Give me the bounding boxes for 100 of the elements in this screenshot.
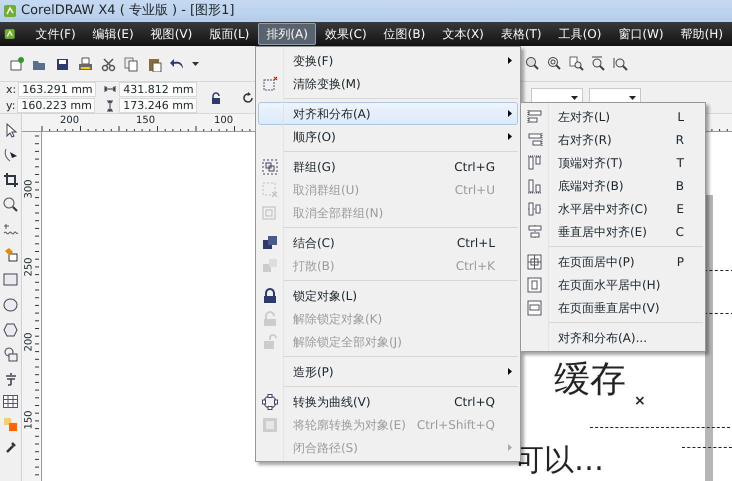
align-icon [527, 224, 543, 240]
align-icon [527, 178, 543, 194]
copy-icon[interactable] [123, 56, 139, 72]
submenu-arrow-icon [508, 57, 512, 64]
menu-item[interactable]: 变换(F) [258, 49, 518, 72]
menu-item[interactable]: 工具(O) [550, 23, 610, 45]
menu-item[interactable]: 版面(L) [201, 23, 258, 45]
zoom-icon[interactable] [525, 56, 540, 71]
curve-nodes-icon [262, 394, 278, 410]
eyedropper-icon[interactable] [4, 441, 16, 454]
input-field[interactable]: 160.223 mm [17, 98, 96, 113]
polygon-icon[interactable] [2, 322, 18, 338]
menu-item[interactable]: 转换为曲线(V) Ctrl+Q [258, 390, 518, 413]
caret-icon[interactable] [192, 62, 199, 66]
break-apart-icon [262, 258, 278, 274]
submenu-arrow-icon [508, 444, 512, 451]
clear-transform-icon [262, 76, 278, 92]
align-icon [527, 254, 543, 270]
field-label: y: [6, 98, 16, 113]
shape-tool-icon[interactable] [2, 147, 18, 163]
guide-line [682, 447, 732, 448]
menu-item[interactable]: 底端对齐(B) B [523, 174, 703, 197]
submenu-arrow-icon [508, 133, 512, 140]
ruler-label: 300 [24, 179, 35, 199]
new-file-icon[interactable] [8, 56, 24, 72]
shapes-icon[interactable] [2, 347, 18, 363]
menu-item[interactable]: 位图(B) [376, 23, 434, 45]
menu-item[interactable]: 窗口(W) [610, 23, 672, 45]
menu-item[interactable]: 表格(T) [492, 23, 550, 45]
menu-item[interactable]: 水平居中对齐(C) E [523, 197, 703, 220]
menu-item[interactable]: 垂直居中对齐(E) C [523, 220, 703, 243]
align-icon [527, 300, 543, 316]
group-icon [262, 158, 278, 174]
menu-item[interactable]: 清除变换(M) [258, 72, 518, 95]
menu-item[interactable]: 结合(C) Ctrl+L [258, 231, 518, 254]
combine-icon [262, 234, 278, 250]
ellipse-icon[interactable] [2, 297, 18, 313]
menu-item[interactable]: 对齐和分布(A) [258, 102, 518, 125]
ruler-label: 150 [136, 116, 156, 126]
align-icon [527, 200, 543, 216]
zoom-icon[interactable] [591, 56, 606, 71]
menu-item[interactable]: 在页面居中(P) P [523, 250, 703, 273]
unlock-icon [262, 334, 278, 350]
menu-item[interactable]: 编辑(E) [84, 23, 142, 45]
zoom-icon[interactable] [2, 197, 18, 213]
align-icon [527, 108, 543, 124]
menu-item[interactable]: 文件(F) [27, 23, 84, 45]
menu-item[interactable]: 造形(P) [258, 360, 518, 383]
page-zoom-icon[interactable] [569, 56, 584, 71]
field-label: x: [6, 82, 16, 97]
menu-item[interactable]: 对齐和分布(A)... [523, 326, 703, 349]
outline-square-icon [262, 416, 278, 432]
lock-icon [262, 288, 278, 304]
menu-item[interactable]: 右对齐(R) R [523, 128, 703, 151]
lock-icon[interactable] [211, 92, 222, 104]
ungroup-icon [262, 204, 278, 220]
caret-icon [571, 96, 578, 100]
input-field[interactable]: 173.246 mm [119, 98, 198, 113]
menu-item[interactable]: 视图(V) [142, 23, 200, 45]
rotate-icon[interactable] [241, 90, 256, 104]
zoom-icon[interactable] [547, 56, 562, 71]
app-icon [3, 4, 17, 18]
ruler-label: 250 [24, 257, 35, 277]
caret-icon [629, 96, 636, 100]
unlock-icon [262, 310, 278, 326]
color-squares-icon[interactable] [3, 417, 18, 432]
menu-item[interactable]: 左对齐(L) L [523, 105, 703, 128]
menu-item[interactable]: 在页面垂直居中(V) [523, 296, 703, 319]
menu-item[interactable]: 排列(A) [258, 23, 316, 45]
ruler-label: 200 [24, 332, 35, 352]
zoom-icon[interactable] [613, 56, 628, 71]
input-field[interactable]: 163.291 mm [18, 82, 96, 97]
menu-item[interactable]: 文本(X) [434, 23, 492, 45]
menu-item[interactable]: 顶端对齐(T) T [523, 151, 703, 174]
menu-item[interactable]: 群组(G) Ctrl+G [258, 155, 518, 178]
menu-item[interactable]: 顺序(O) [258, 125, 518, 148]
menu-item[interactable]: 帮助(H) [672, 23, 731, 45]
submenu-arrow-icon [508, 368, 512, 375]
submenu-arrow-icon [508, 110, 512, 117]
ruler-label: 200 [60, 116, 80, 126]
ungroup-icon [262, 182, 278, 198]
menu-item[interactable]: 锁定对象(L) [258, 284, 518, 307]
printer-icon[interactable] [77, 56, 93, 72]
app-icon [4, 27, 16, 41]
align-icon [527, 154, 543, 170]
input-field[interactable]: 431.812 mm [119, 82, 198, 97]
canvas-text: 缓存 [554, 360, 626, 400]
ruler-label: 100 [214, 116, 234, 126]
fill-tool-icon[interactable] [2, 247, 18, 263]
crop-icon[interactable] [2, 172, 18, 188]
rectangle-icon[interactable] [2, 272, 18, 288]
menu-item[interactable]: 在页面水平居中(H) [523, 273, 703, 296]
align-icon [527, 276, 543, 292]
ruler-label: 150 [24, 410, 35, 430]
table-icon[interactable] [3, 395, 18, 408]
align-icon [527, 132, 543, 148]
menu-item[interactable]: 效果(C) [316, 23, 375, 45]
window-title: CorelDRAW X4 ( 专业版 ) - [图形1] [21, 2, 234, 20]
scissors-icon[interactable] [100, 56, 116, 72]
close-mark: × [634, 394, 646, 408]
